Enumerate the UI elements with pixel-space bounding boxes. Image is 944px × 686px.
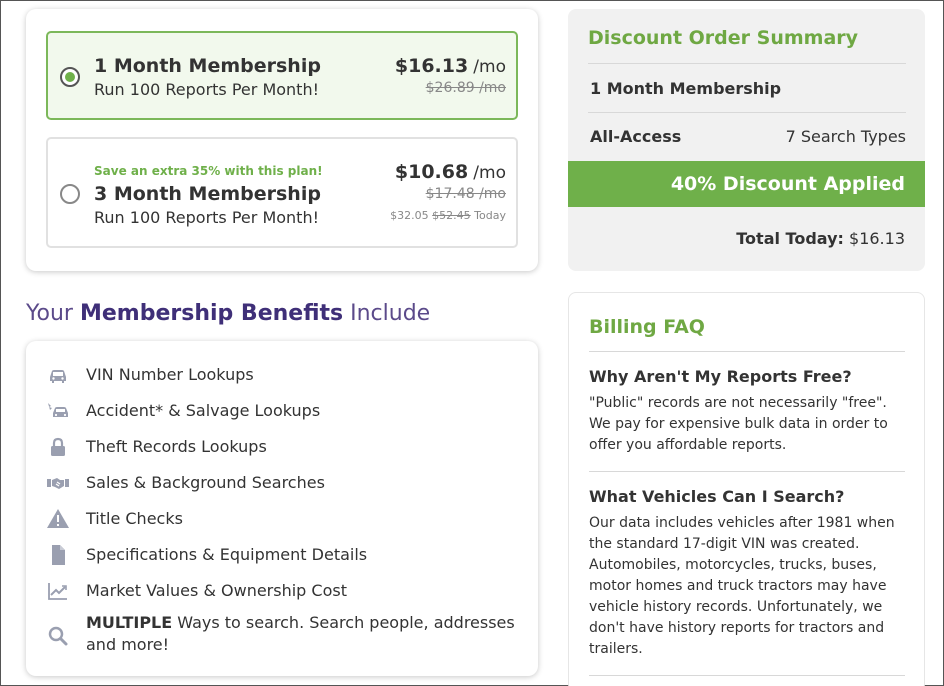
plan-price: $10.68 /mo [395, 161, 506, 183]
crash-icon [48, 403, 68, 417]
lock-icon [51, 437, 65, 456]
total-today: Total Today: $16.13 [736, 229, 905, 248]
benefit-label: Accident* & Salvage Lookups [86, 401, 321, 420]
total-value: $16.13 [849, 229, 905, 248]
handshake-icon [47, 478, 69, 489]
benefits-card: VIN Number Lookups Accident* & Salvage L… [26, 341, 538, 676]
benefits-heading-pre: Your [26, 301, 80, 326]
discount-banner: 40% Discount Applied [568, 161, 925, 207]
summary-access-row: All-Access 7 Search Types [590, 127, 906, 146]
benefit-label: MULTIPLE Ways to search. Search people, … [86, 612, 526, 656]
document-icon [52, 545, 65, 565]
price-amount: $16.13 [394, 55, 469, 77]
benefit-item: Market Values & Ownership Cost [46, 576, 526, 606]
faq-answer: "Public" records are not necessarily "fr… [589, 395, 888, 453]
benefit-item: Theft Records Lookups [46, 432, 526, 462]
benefit-item: VIN Number Lookups [46, 360, 526, 390]
plan-promo: Save an extra 35% with this plan! [94, 164, 323, 178]
plan-subtitle: Run 100 Reports Per Month! [94, 80, 319, 99]
plan-old-price: $17.48 /mo [425, 186, 506, 202]
benefit-label: Title Checks [86, 509, 183, 528]
plans-card: 1 Month Membership Run 100 Reports Per M… [26, 9, 538, 271]
plan-today-total: $32.05 $52.45 Today [390, 209, 506, 222]
search-icon [48, 626, 68, 646]
benefits-heading-post: Include [343, 301, 431, 326]
benefit-item: Accident* & Salvage Lookups [46, 396, 526, 426]
summary-title: Discount Order Summary [588, 27, 859, 49]
benefit-label: VIN Number Lookups [86, 365, 254, 384]
plan-price: $16.13 /mo [395, 55, 506, 77]
divider [589, 471, 905, 472]
price-period: /mo [473, 163, 506, 183]
divider [588, 112, 906, 113]
price-period: /mo [473, 57, 506, 77]
summary-membership: 1 Month Membership [590, 79, 782, 98]
divider [589, 351, 905, 352]
faq-question: What Vehicles Can I Search? [589, 487, 845, 506]
plan-3-month[interactable]: Save an extra 35% with this plan! 3 Mont… [46, 137, 518, 248]
benefit-label: Theft Records Lookups [86, 437, 267, 456]
divider [588, 63, 906, 64]
benefit-label-bold: MULTIPLE [86, 613, 173, 632]
faq-title: Billing FAQ [589, 316, 705, 338]
faq-answer: Our data includes vehicles after 1981 wh… [589, 515, 895, 657]
benefits-heading-bold: Membership Benefits [79, 301, 344, 326]
total-label: Total Today: [736, 229, 844, 248]
access-value: 7 Search Types [785, 127, 906, 146]
benefit-item: Title Checks [46, 504, 526, 534]
plan-title: 3 Month Membership [94, 183, 321, 205]
warning-icon [47, 509, 69, 528]
benefit-item: MULTIPLE Ways to search. Search people, … [46, 612, 526, 658]
benefit-item: Specifications & Equipment Details [46, 540, 526, 570]
benefit-item: Sales & Background Searches [46, 468, 526, 498]
billing-faq: Billing FAQ Why Aren't My Reports Free? … [568, 292, 925, 686]
faq-question: Why Aren't My Reports Free? [589, 367, 852, 386]
benefit-label: Sales & Background Searches [86, 473, 325, 492]
plan-old-price: $26.89 /mo [425, 80, 506, 96]
benefit-label: Specifications & Equipment Details [86, 545, 368, 564]
order-summary: Discount Order Summary 1 Month Membershi… [568, 9, 925, 271]
today-label: Today [474, 209, 506, 222]
price-amount: $10.68 [394, 161, 469, 183]
plan-title: 1 Month Membership [94, 55, 321, 77]
chart-icon [48, 583, 67, 600]
benefits-heading: Your Membership Benefits Include [26, 301, 430, 326]
benefit-label: Market Values & Ownership Cost [86, 581, 347, 600]
access-label: All-Access [590, 127, 682, 146]
plan-3-month-radio[interactable] [60, 184, 80, 204]
plan-1-month-radio[interactable] [60, 67, 80, 87]
plan-subtitle: Run 100 Reports Per Month! [94, 208, 319, 227]
divider [589, 675, 905, 676]
car-icon [50, 370, 66, 383]
plan-1-month[interactable]: 1 Month Membership Run 100 Reports Per M… [46, 31, 518, 120]
today-old-price: $52.45 [432, 209, 471, 222]
today-price: $32.05 [390, 209, 429, 222]
